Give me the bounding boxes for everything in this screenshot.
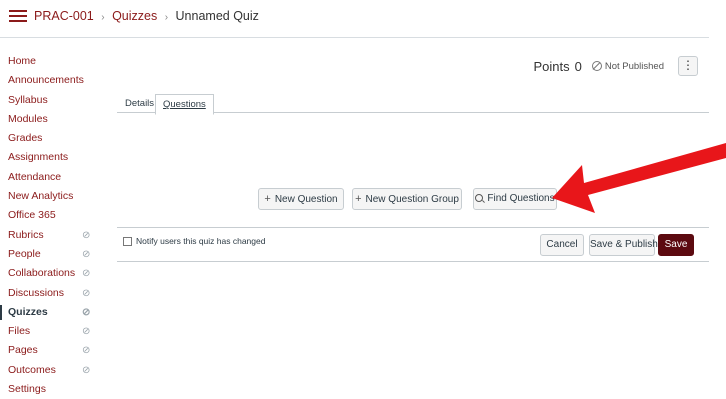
sidebar-item-label: Announcements xyxy=(8,74,84,87)
sidebar-item-label: Syllabus xyxy=(8,93,48,106)
annotation-arrow-shape xyxy=(552,143,726,213)
sidebar-item-label: People xyxy=(8,247,41,260)
new-question-button[interactable]: + New Question xyxy=(258,188,344,210)
sidebar-item-label: Rubrics xyxy=(8,228,44,241)
hamburger-menu-icon[interactable] xyxy=(9,10,27,23)
sidebar-item-label: Grades xyxy=(8,132,43,145)
publish-status: Not Published xyxy=(591,60,664,72)
publish-status-label: Not Published xyxy=(604,60,664,72)
sidebar-item-people[interactable]: People ⊘ xyxy=(8,245,108,264)
hidden-from-students-icon: ⊘ xyxy=(82,287,91,299)
top-bar: PRAC-001 › Quizzes › Unnamed Quiz xyxy=(0,0,726,36)
new-question-group-label: New Question Group xyxy=(365,194,459,205)
sidebar-item-home[interactable]: Home xyxy=(8,52,108,71)
tab-questions[interactable]: Questions xyxy=(155,94,214,115)
sidebar-item-label: Pages xyxy=(8,344,38,357)
sidebar-item-modules[interactable]: Modules xyxy=(8,110,108,129)
cancel-button[interactable]: Cancel xyxy=(540,234,584,256)
sidebar-item-syllabus[interactable]: Syllabus xyxy=(8,91,108,110)
course-navigation: Home Announcements Syllabus Modules Grades As… xyxy=(0,52,108,399)
notify-users-checkbox[interactable] xyxy=(123,236,132,246)
sidebar-item-quizzes[interactable]: Quizzes ⊘ xyxy=(0,303,108,322)
header-divider xyxy=(0,37,709,38)
breadcrumb-quizzes[interactable]: Quizzes xyxy=(112,9,157,23)
sidebar-item-collaborations[interactable]: Collaborations ⊘ xyxy=(8,264,108,283)
breadcrumb-course[interactable]: PRAC-001 xyxy=(34,9,94,23)
breadcrumb-separator: › xyxy=(164,12,169,23)
sidebar-item-attendance[interactable]: Attendance xyxy=(8,168,108,187)
new-question-label: New Question xyxy=(274,194,338,205)
form-actions-divider-bottom xyxy=(117,261,709,262)
points-label: Points xyxy=(533,58,570,74)
sidebar-item-label: Files xyxy=(8,325,31,338)
notify-users-option[interactable]: Notify users this quiz has changed xyxy=(123,236,265,246)
sidebar-item-label: Settings xyxy=(8,383,46,396)
points-value: 0 xyxy=(574,58,582,74)
breadcrumb-current: Unnamed Quiz xyxy=(175,9,259,23)
sidebar-item-pages[interactable]: Pages ⊘ xyxy=(8,341,108,360)
sidebar-item-files[interactable]: Files ⊘ xyxy=(8,322,108,341)
sidebar-item-label: New Analytics xyxy=(8,190,74,203)
sidebar-item-outcomes[interactable]: Outcomes ⊘ xyxy=(8,361,108,380)
new-question-group-button[interactable]: + New Question Group xyxy=(352,188,462,210)
quiz-header: Points 0 Not Published ⋮ xyxy=(533,56,698,76)
find-questions-button[interactable]: Find Questions xyxy=(473,188,557,210)
hidden-from-students-icon: ⊘ xyxy=(82,268,91,280)
plus-icon: + xyxy=(355,193,362,205)
sidebar-item-label: Office 365 xyxy=(8,209,56,222)
sidebar-item-assignments[interactable]: Assignments xyxy=(8,148,108,167)
hidden-from-students-icon: ⊘ xyxy=(82,229,91,241)
save-button[interactable]: Save xyxy=(658,234,694,256)
hidden-from-students-icon: ⊘ xyxy=(82,345,91,357)
plus-icon: + xyxy=(264,193,271,205)
sidebar-item-label: Attendance xyxy=(8,170,62,183)
sidebar-item-label: Assignments xyxy=(8,151,69,164)
hidden-from-students-icon: ⊘ xyxy=(82,306,91,318)
sidebar-item-new-analytics[interactable]: New Analytics xyxy=(8,187,108,206)
save-and-publish-button[interactable]: Save & Publish xyxy=(589,234,658,256)
sidebar-item-office-365[interactable]: Office 365 xyxy=(8,206,108,225)
notify-users-label: Notify users this quiz has changed xyxy=(136,236,266,246)
breadcrumb: PRAC-001 › Quizzes › Unnamed Quiz xyxy=(34,9,259,23)
find-questions-label: Find Questions xyxy=(487,193,555,204)
sidebar-item-discussions[interactable]: Discussions ⊘ xyxy=(8,284,108,303)
form-actions-divider-top xyxy=(117,227,709,228)
not-published-icon xyxy=(591,61,602,71)
breadcrumb-separator: › xyxy=(101,12,105,23)
more-options-icon[interactable]: ⋮ xyxy=(678,56,698,76)
hidden-from-students-icon: ⊘ xyxy=(82,326,91,338)
sidebar-item-rubrics[interactable]: Rubrics ⊘ xyxy=(8,226,108,245)
hidden-from-students-icon: ⊘ xyxy=(82,364,91,376)
sidebar-item-label: Modules xyxy=(8,112,48,125)
sidebar-item-label: Quizzes xyxy=(8,305,48,318)
hidden-from-students-icon: ⊘ xyxy=(82,248,91,260)
sidebar-item-label: Home xyxy=(8,55,37,67)
sidebar-item-announcements[interactable]: Announcements xyxy=(8,71,108,90)
sidebar-item-label: Outcomes xyxy=(8,363,56,376)
search-icon xyxy=(475,194,484,202)
sidebar-item-grades[interactable]: Grades xyxy=(8,129,108,148)
sidebar-item-label: Collaborations xyxy=(8,267,76,280)
sidebar-item-label: Discussions xyxy=(8,286,65,299)
